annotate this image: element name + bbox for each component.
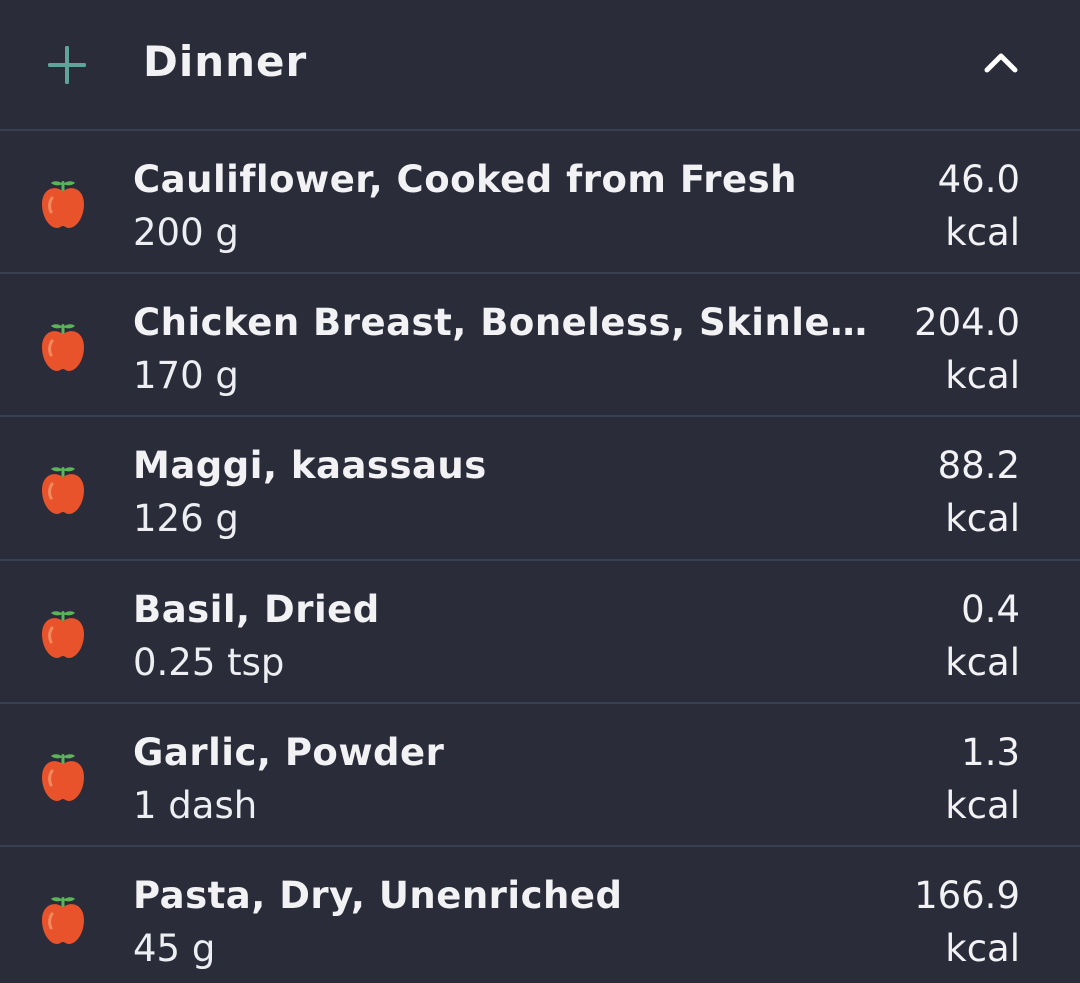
- kcal-unit: kcal: [945, 211, 1020, 254]
- food-amount: 0.25 tsp: [133, 641, 285, 684]
- food-name: Garlic, Powder: [133, 731, 445, 774]
- apple-icon: [42, 181, 84, 228]
- food-row[interactable]: Cauliflower, Cooked from Fresh 200 g 46.…: [0, 131, 1080, 272]
- apple-icon: [42, 897, 84, 944]
- food-name: Chicken Breast, Boneless, Skinless, Roas…: [133, 301, 885, 344]
- kcal-value: 0.4: [961, 588, 1020, 631]
- kcal-unit: kcal: [945, 641, 1020, 684]
- kcal-value: 166.9: [914, 874, 1020, 917]
- food-row[interactable]: Basil, Dried 0.25 tsp 0.4 kcal: [0, 561, 1080, 702]
- food-amount: 170 g: [133, 354, 239, 397]
- apple-icon: [42, 324, 84, 371]
- food-row[interactable]: Pasta, Dry, Unenriched 45 g 166.9 kcal: [0, 847, 1080, 983]
- food-amount: 126 g: [133, 497, 239, 540]
- apple-icon: [42, 467, 84, 514]
- apple-icon: [42, 611, 84, 658]
- food-name: Basil, Dried: [133, 588, 380, 631]
- kcal-value: 88.2: [937, 444, 1020, 487]
- meal-title: Dinner: [143, 37, 308, 86]
- food-row[interactable]: Chicken Breast, Boneless, Skinless, Roas…: [0, 274, 1080, 415]
- food-amount: 200 g: [133, 211, 239, 254]
- kcal-unit: kcal: [945, 784, 1020, 827]
- kcal-unit: kcal: [945, 497, 1020, 540]
- kcal-value: 46.0: [937, 158, 1020, 201]
- food-amount: 1 dash: [133, 784, 258, 827]
- food-name: Cauliflower, Cooked from Fresh: [133, 158, 797, 201]
- plus-icon[interactable]: [46, 44, 88, 86]
- food-row[interactable]: Garlic, Powder 1 dash 1.3 kcal: [0, 704, 1080, 845]
- dinner-meal-card: Dinner Cauliflower, Cooked from Fresh 20…: [0, 0, 1080, 983]
- kcal-value: 204.0: [914, 301, 1020, 344]
- kcal-value: 1.3: [961, 731, 1020, 774]
- kcal-unit: kcal: [945, 927, 1020, 970]
- food-name: Maggi, kaassaus: [133, 444, 487, 487]
- meal-header: Dinner: [0, 0, 1080, 130]
- food-row[interactable]: Maggi, kaassaus 126 g 88.2 kcal: [0, 417, 1080, 558]
- kcal-unit: kcal: [945, 354, 1020, 397]
- chevron-up-icon[interactable]: [982, 48, 1020, 76]
- food-name: Pasta, Dry, Unenriched: [133, 874, 623, 917]
- apple-icon: [42, 754, 84, 801]
- food-amount: 45 g: [133, 927, 216, 970]
